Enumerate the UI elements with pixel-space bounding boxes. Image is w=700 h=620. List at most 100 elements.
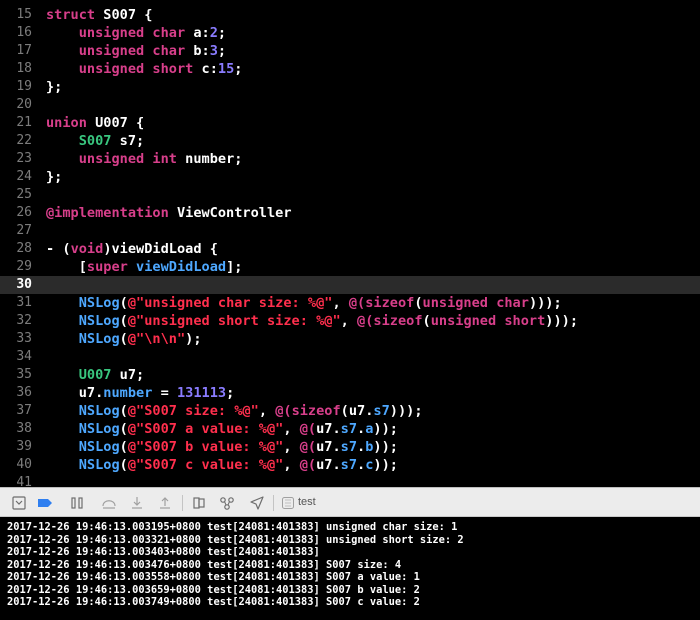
code-token: NSLog: [78, 457, 120, 473]
line-number: 17: [16, 43, 32, 58]
target-label[interactable]: test: [298, 496, 316, 508]
code-line[interactable]: 19};: [0, 78, 700, 96]
code-line[interactable]: 33 NSLog(@"\n\n");: [0, 330, 700, 348]
code-line[interactable]: 31 NSLog(@"unsigned char size: %@", @(si…: [0, 294, 700, 312]
code-line[interactable]: 24};: [0, 168, 700, 186]
code-line[interactable]: 34: [0, 348, 700, 366]
code-token: u7.: [316, 421, 341, 437]
code-text: [super viewDidLoad];: [46, 258, 243, 276]
code-text: NSLog(@"unsigned char size: %@", @(sizeo…: [46, 294, 562, 312]
code-line[interactable]: 41: [0, 474, 700, 487]
code-line[interactable]: 35 U007 u7;: [0, 366, 700, 384]
line-number: 15: [16, 7, 32, 22]
code-token: 3: [209, 43, 218, 59]
line-number: 22: [16, 133, 32, 148]
code-token: ;: [217, 43, 227, 59]
code-token: ,: [283, 421, 300, 437]
code-editor[interactable]: 15 struct S007 {16 unsigned char a:2; 17 u…: [0, 0, 700, 487]
code-line[interactable]: 27: [0, 222, 700, 240]
code-token: ];: [226, 259, 243, 275]
memory-graph-icon[interactable]: [218, 494, 236, 512]
code-token: char: [496, 295, 529, 311]
line-number: 21: [16, 115, 32, 130]
code-token: (: [119, 403, 128, 419]
code-line[interactable]: 16 unsigned char a:2;: [0, 24, 700, 42]
code-token: (: [119, 421, 128, 437]
code-text: unsigned char b:3;: [46, 42, 226, 60]
console-line: 2017-12-26 19:46:13.003476+0800 test[240…: [7, 558, 402, 571]
debug-toolbar: test: [0, 487, 700, 517]
code-token: NSLog: [78, 295, 120, 311]
line-number: 31: [16, 295, 32, 310]
code-line[interactable]: 22 S007 s7;: [0, 132, 700, 150]
step-into-icon[interactable]: [128, 494, 146, 512]
console-output[interactable]: 2017-12-26 19:46:13.003195+0800 test[240…: [0, 517, 700, 620]
code-token: (: [119, 457, 128, 473]
code-token: .: [357, 421, 366, 437]
code-line[interactable]: 25: [0, 186, 700, 204]
code-line[interactable]: 15 struct S007 {: [0, 6, 700, 24]
code-token: sizeof: [291, 403, 341, 419]
breakpoints-toggle-icon[interactable]: [36, 494, 54, 512]
code-text: u7.number = 131113;: [46, 384, 235, 402]
code-line[interactable]: 28 - (void)viewDidLoad {: [0, 240, 700, 258]
console-line: 2017-12-26 19:46:13.003749+0800 test[240…: [7, 596, 420, 608]
code-line[interactable]: 17 unsigned char b:3;: [0, 42, 700, 60]
target-app-icon[interactable]: [279, 494, 297, 512]
code-text: unsigned short c:15;: [46, 60, 243, 78]
code-token: unsigned: [78, 61, 145, 77]
code-line[interactable]: 30: [0, 276, 700, 294]
code-line[interactable]: 20: [0, 96, 700, 114]
code-line[interactable]: 23 unsigned int number;: [0, 150, 700, 168]
code-token: );: [185, 331, 202, 347]
code-token: char: [152, 25, 186, 41]
code-token: =: [152, 385, 177, 401]
code-line[interactable]: 39 NSLog(@"S007 b value: %@", @(u7.s7.b)…: [0, 438, 700, 456]
code-token: )));: [545, 313, 579, 329]
code-line[interactable]: 26 @implementation ViewController: [0, 204, 700, 222]
hide-debug-area-icon[interactable]: [10, 494, 28, 512]
code-line[interactable]: 36 u7.number = 131113;: [0, 384, 700, 402]
code-token: viewDidLoad: [136, 259, 227, 275]
code-token: s7: [340, 457, 358, 473]
code-token: unsigned: [78, 43, 145, 59]
code-line[interactable]: 32 NSLog(@"unsigned short size: %@", @(s…: [0, 312, 700, 330]
line-number: 36: [16, 385, 32, 400]
code-text: NSLog(@"S007 b value: %@", @(u7.s7.b));: [46, 438, 398, 456]
line-number: 29: [16, 259, 32, 274]
code-token: char: [152, 43, 186, 59]
code-token: a:: [185, 25, 210, 41]
code-text: union U007 {: [46, 114, 144, 132]
view-hierarchy-icon[interactable]: [190, 494, 208, 512]
code-token: @(: [299, 439, 317, 455]
code-token: s7: [373, 403, 390, 419]
code-line[interactable]: 21 union U007 {: [0, 114, 700, 132]
code-token: unsigned: [78, 151, 145, 167]
code-line[interactable]: 37 NSLog(@"S007 size: %@", @(sizeof(u7.s…: [0, 402, 700, 420]
console-line: 2017-12-26 19:46:13.003558+0800 test[240…: [7, 571, 420, 583]
code-line[interactable]: 29 [super viewDidLoad];: [0, 258, 700, 276]
code-line[interactable]: 40 NSLog(@"S007 c value: %@", @(u7.s7.c)…: [0, 456, 700, 474]
step-out-icon[interactable]: [156, 494, 174, 512]
simulate-location-icon[interactable]: [248, 494, 266, 512]
code-token: @"unsigned char size: %@": [127, 295, 333, 311]
code-line[interactable]: 18 unsigned short c:15;: [0, 60, 700, 78]
code-line[interactable]: 38 NSLog(@"S007 a value: %@", @(u7.s7.a)…: [0, 420, 700, 438]
line-number: 38: [16, 421, 32, 436]
code-token: unsigned: [422, 295, 488, 311]
code-token: ,: [332, 295, 349, 311]
line-number: 18: [16, 61, 32, 76]
step-over-icon[interactable]: [100, 494, 118, 512]
line-number: 35: [16, 367, 32, 382]
pause-icon[interactable]: [68, 494, 86, 512]
toolbar-divider: [182, 495, 183, 511]
console-line: 2017-12-26 19:46:13.003659+0800 test[240…: [7, 583, 420, 596]
console-line: 2017-12-26 19:46:13.003195+0800 test[240…: [7, 521, 458, 533]
code-token: (: [119, 439, 128, 455]
code-token: b:: [185, 43, 210, 59]
code-token: .: [357, 439, 366, 455]
